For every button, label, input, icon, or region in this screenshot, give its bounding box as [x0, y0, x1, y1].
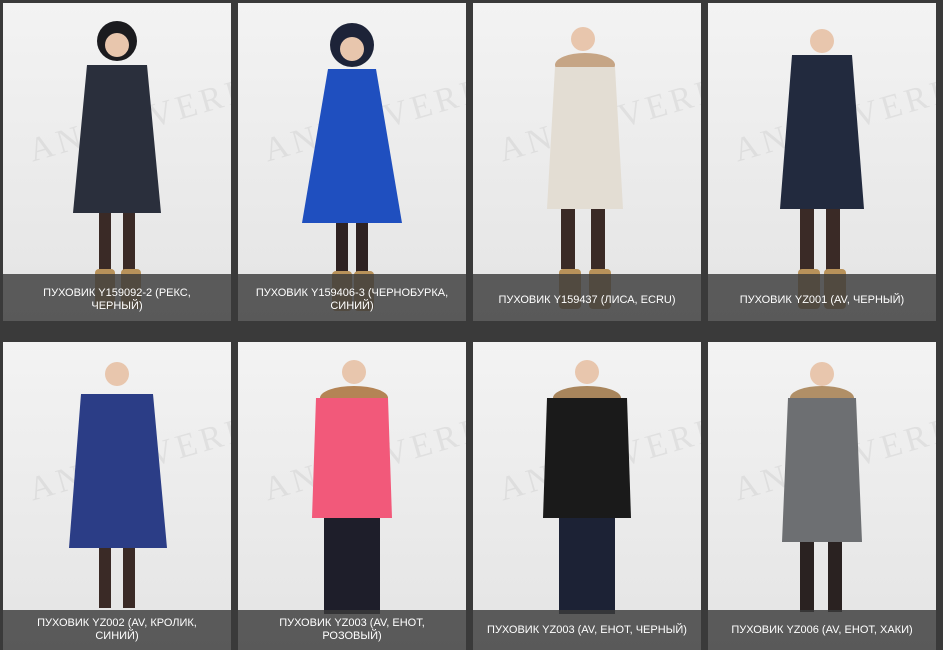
product-card[interactable]: ANNA VERDI ПУХОВИК Y159406-3 (ЧЕРНОБУРКА… [238, 3, 466, 321]
product-title[interactable]: ПУХОВИК YZ003 (AV, ЕНОТ, РОЗОВЫЙ) [238, 610, 466, 650]
product-title[interactable]: ПУХОВИК YZ002 (AV, КРОЛИК, СИНИЙ) [3, 610, 231, 650]
product-card[interactable]: ANNA VERDI ПУХОВИК Y159437 (ЛИСА, ECRU) [473, 3, 701, 321]
product-card[interactable]: ANNA VERDI ПУХОВИК Y159092-2 (РЕКС, ЧЕРН… [3, 3, 231, 321]
product-card[interactable]: ANNA VERDI ПУХОВИК YZ001 (AV, ЧЕРНЫЙ) [708, 3, 936, 321]
model-figure [782, 362, 862, 612]
product-title[interactable]: ПУХОВИК YZ006 (AV, ЕНОТ, ХАКИ) [708, 610, 936, 650]
product-card[interactable]: ANNA VERDI ПУХОВИК YZ002 (AV, КРОЛИК, СИ… [3, 342, 231, 650]
product-card[interactable]: ANNA VERDI ПУХОВИК YZ006 (AV, ЕНОТ, ХАКИ… [708, 342, 936, 650]
product-photo: ANNA VERDI [708, 342, 936, 650]
product-title[interactable]: ПУХОВИК YZ003 (AV, ЕНОТ, ЧЕРНЫЙ) [473, 610, 701, 650]
product-grid: ANNA VERDI ПУХОВИК Y159092-2 (РЕКС, ЧЕРН… [0, 0, 943, 650]
product-photo: ANNA VERDI [473, 342, 701, 650]
product-card[interactable]: ANNA VERDI ПУХОВИК YZ003 (AV, ЕНОТ, РОЗО… [238, 342, 466, 650]
product-title[interactable]: ПУХОВИК Y159406-3 (ЧЕРНОБУРКА, СИНИЙ) [238, 274, 466, 321]
model-figure [312, 360, 392, 614]
product-photo: ANNA VERDI [3, 342, 231, 650]
product-card[interactable]: ANNA VERDI ПУХОВИК YZ003 (AV, ЕНОТ, ЧЕРН… [473, 342, 701, 650]
product-title[interactable]: ПУХОВИК Y159437 (ЛИСА, ECRU) [473, 274, 701, 321]
product-title[interactable]: ПУХОВИК YZ001 (AV, ЧЕРНЫЙ) [708, 274, 936, 321]
product-title[interactable]: ПУХОВИК Y159092-2 (РЕКС, ЧЕРНЫЙ) [3, 274, 231, 321]
model-figure [543, 360, 631, 614]
product-photo: ANNA VERDI [238, 342, 466, 650]
model-figure [69, 362, 167, 608]
